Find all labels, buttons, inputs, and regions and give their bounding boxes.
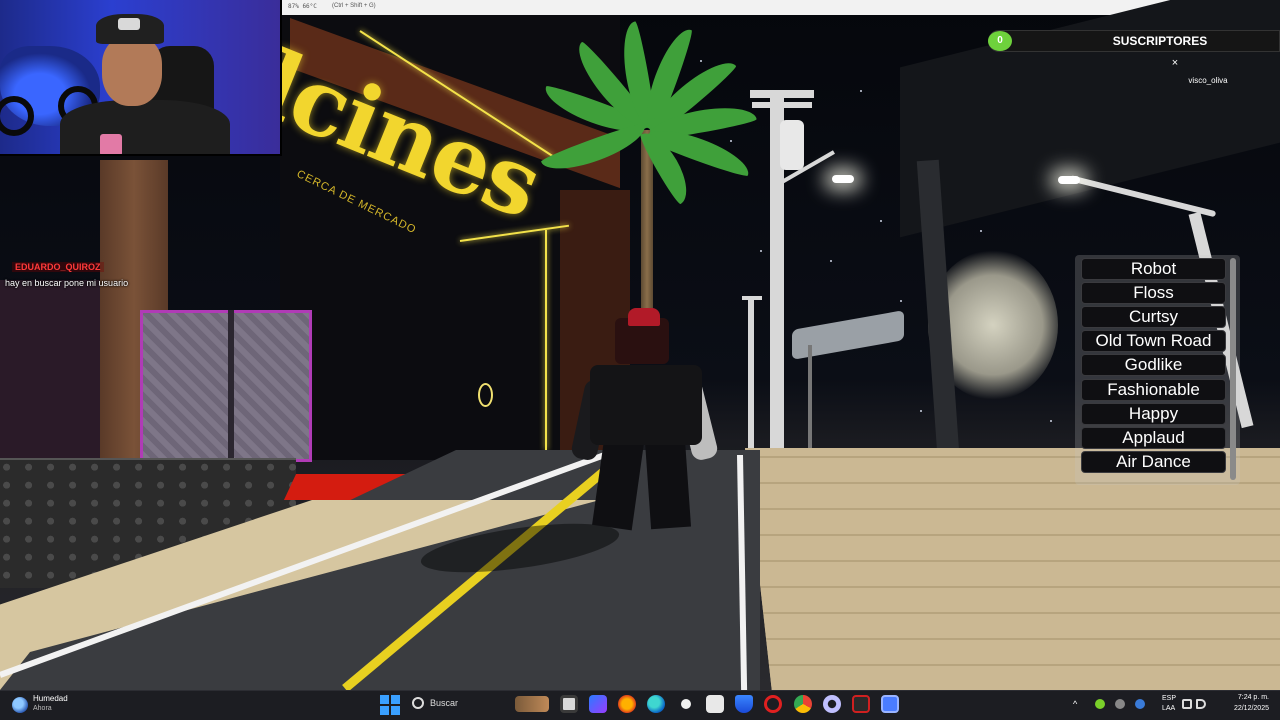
streamer-face (102, 36, 162, 106)
street-lamp (832, 175, 854, 183)
shortcut-hint: (Ctrl + Shift + G) (332, 3, 376, 9)
tray-app-icon[interactable] (1115, 699, 1125, 709)
recording-icon[interactable] (852, 695, 870, 713)
utility-pole-far (748, 298, 754, 448)
subscriber-username: visco_oliva (1188, 76, 1228, 85)
emote-happy-button[interactable]: Happy (1081, 403, 1226, 425)
drink-can (100, 134, 122, 154)
keyboard-layout[interactable]: LAA (1162, 705, 1175, 712)
building-door (140, 310, 312, 462)
emote-fashionable-button[interactable]: Fashionable (1081, 379, 1226, 401)
bus-stop-post (808, 345, 812, 465)
lamp-arm (1069, 175, 1217, 218)
app-icon[interactable] (823, 695, 841, 713)
defender-icon[interactable] (735, 695, 753, 713)
copilot-icon[interactable] (589, 695, 607, 713)
windows-taskbar (0, 690, 1280, 720)
chat-message: hay en buscar pone mi usuario (5, 278, 129, 288)
subscriber-count-badge: 0 (988, 31, 1012, 51)
chat-username: EDUARDO_QUIROZ (12, 262, 104, 272)
weather-subtitle[interactable]: Ahora (33, 705, 52, 712)
emote-robot-button[interactable]: Robot (1081, 258, 1226, 280)
weather-icon[interactable] (12, 697, 28, 713)
opera-icon[interactable] (764, 695, 782, 713)
search-highlight-badge[interactable] (515, 696, 549, 712)
pole-crossbar (750, 90, 814, 98)
emote-godlike-button[interactable]: Godlike (1081, 354, 1226, 376)
chrome-icon[interactable] (794, 695, 812, 713)
cap-logo (118, 18, 140, 30)
obs-icon[interactable] (677, 695, 695, 713)
task-view-icon[interactable] (560, 695, 578, 713)
door-ring (478, 383, 493, 407)
subscribers-title: SUSCRIPTORES (1112, 34, 1208, 48)
clock-date[interactable]: 22/12/2025 (1221, 705, 1269, 712)
transformer (780, 120, 804, 170)
pole-crossbar (752, 102, 812, 108)
tray-chevron-icon[interactable]: ^ (1073, 699, 1077, 709)
start-button[interactable] (380, 695, 400, 715)
left-wall (0, 280, 100, 470)
clock-time[interactable]: 7:24 p. m. (1225, 694, 1269, 701)
neon-strip (545, 230, 547, 450)
door-divider (228, 310, 234, 462)
street-lamp (1058, 176, 1080, 184)
emote-air-dance-button[interactable]: Air Dance (1081, 451, 1226, 473)
fps-readout: 87% 66°C (288, 3, 317, 10)
tray-app-icon[interactable] (1095, 699, 1105, 709)
emote-curtsy-button[interactable]: Curtsy (1081, 306, 1226, 328)
volume-icon[interactable] (1196, 699, 1206, 709)
close-icon[interactable]: × (1168, 56, 1182, 70)
search-icon[interactable] (412, 697, 424, 709)
webcam-overlay (0, 0, 282, 156)
store-icon[interactable] (706, 695, 724, 713)
tray-app-icon[interactable] (1135, 699, 1145, 709)
firefox-icon[interactable] (618, 695, 636, 713)
emote-applaud-button[interactable]: Applaud (1081, 427, 1226, 449)
pole-crossbar (742, 296, 762, 300)
emote-floss-button[interactable]: Floss (1081, 282, 1226, 304)
language-code[interactable]: ESP (1162, 695, 1176, 702)
wifi-icon[interactable] (1182, 699, 1192, 709)
roblox-icon[interactable] (881, 695, 899, 713)
weather-title[interactable]: Humedad (33, 694, 68, 703)
streamer-body (60, 100, 230, 154)
edge-icon[interactable] (647, 695, 665, 713)
emote-old-town-road-button[interactable]: Old Town Road (1081, 330, 1226, 352)
emote-scrollbar[interactable] (1230, 258, 1236, 480)
screen: 87% 66°C (Ctrl + Shift + G) — ❐ ✕ (0, 0, 1280, 720)
taskbar-search-label[interactable]: Buscar (430, 698, 458, 708)
